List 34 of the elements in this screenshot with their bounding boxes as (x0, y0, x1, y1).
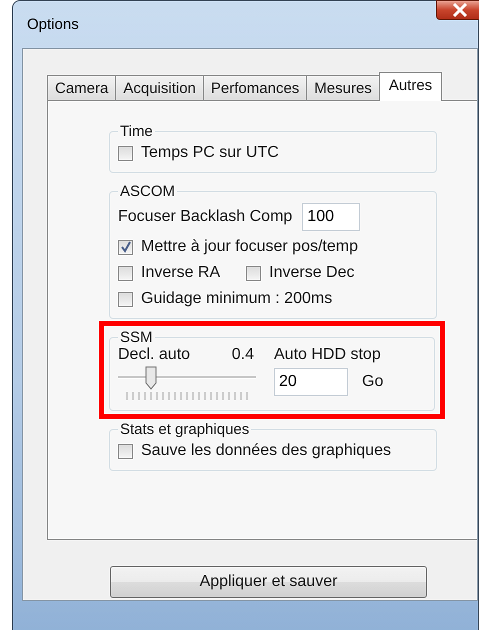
checkbox-option[interactable]: Mettre à jour focuser pos/temp (118, 234, 428, 260)
close-button[interactable] (436, 0, 479, 20)
tab[interactable]: Mesures (306, 75, 380, 100)
checkbox[interactable] (118, 292, 133, 306)
group-title: ASCOM (119, 183, 176, 200)
tab[interactable]: Autres (378, 72, 442, 101)
checkbox-option[interactable]: Inverse Dec (246, 264, 355, 282)
unit-label: Go (362, 373, 384, 391)
number-field[interactable]: 20 (274, 368, 348, 396)
slider[interactable] (118, 364, 256, 392)
slider-value: 0.4 (232, 346, 254, 364)
checkbox-option[interactable]: Temps PC sur UTC (118, 140, 428, 166)
checkbox[interactable] (246, 266, 262, 280)
apply-button[interactable]: Appliquer et sauver (110, 566, 427, 598)
tab[interactable]: Camera (47, 75, 116, 100)
field-label: Auto HDD stop (274, 346, 381, 364)
group-title: Stats et graphiques (119, 421, 250, 438)
checkbox[interactable] (118, 266, 133, 280)
tab[interactable]: Perfomances (202, 75, 308, 100)
checkbox-option[interactable]: Inverse RA (118, 264, 220, 282)
number-field[interactable]: 100 (302, 203, 360, 231)
checkbox-option[interactable]: Guidage minimum : 200ms (118, 286, 428, 312)
tab[interactable]: Acquisition (115, 75, 204, 100)
checkbox[interactable] (118, 146, 133, 160)
window-title: Options (27, 16, 79, 33)
slider-thumb[interactable] (145, 366, 158, 390)
field-label: Focuser Backlash Comp (118, 208, 292, 226)
checkbox-option[interactable]: Sauve les données des graphiques (118, 438, 428, 464)
slider-label: Decl. auto (118, 346, 190, 364)
group-title: Time (119, 123, 154, 140)
checkbox[interactable] (118, 444, 133, 458)
group-title: SSM (119, 329, 154, 346)
checkbox[interactable] (118, 240, 133, 254)
close-icon (452, 3, 468, 17)
